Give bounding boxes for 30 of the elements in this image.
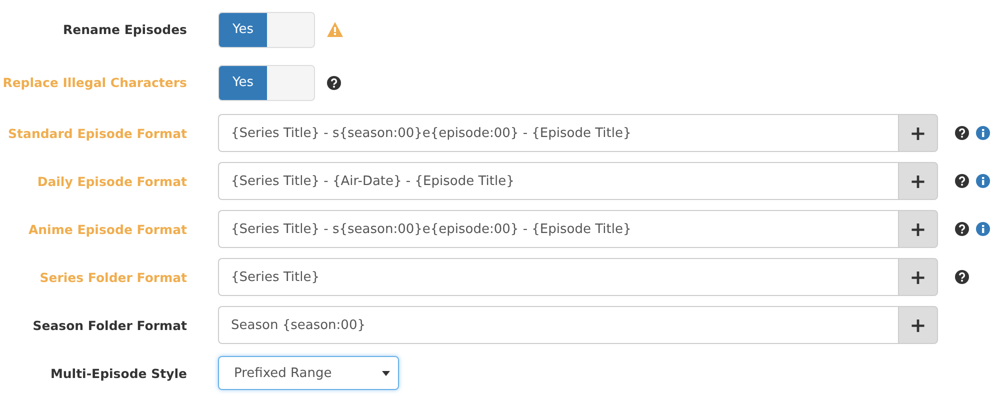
- help-icon[interactable]: [955, 222, 969, 236]
- add-token-button[interactable]: +: [898, 162, 938, 200]
- info-icon[interactable]: [976, 222, 990, 236]
- format-field[interactable]: {Series Title} - s{season:00}e{episode:00} - {Episode Title}: [218, 210, 898, 248]
- format-field[interactable]: {Series Title}: [218, 258, 898, 296]
- setting-label: Standard Episode Format: [7, 126, 187, 140]
- setting-label: Daily Episode Format: [36, 174, 187, 188]
- setting-label: Series Folder Format: [38, 270, 187, 284]
- help-icon[interactable]: [955, 270, 969, 284]
- format-field[interactable]: {Series Title} - {Air-Date} - {Episode Title}: [218, 162, 898, 200]
- toggle-switch[interactable]: Yes: [218, 12, 315, 48]
- toggle-switch[interactable]: Yes: [218, 64, 315, 100]
- info-icon[interactable]: [976, 174, 990, 188]
- help-icon[interactable]: [955, 126, 969, 140]
- setting-label: Anime Episode Format: [27, 222, 187, 236]
- setting-label: Season Folder Format: [32, 318, 187, 332]
- add-token-button[interactable]: +: [898, 210, 938, 248]
- setting-label: Multi-Episode Style: [49, 366, 187, 380]
- setting-label: Rename Episodes: [62, 22, 187, 37]
- help-icon[interactable]: [327, 76, 341, 90]
- info-icon[interactable]: [976, 126, 990, 140]
- caret-icon: [382, 370, 390, 376]
- setting-label: Replace Illegal Characters: [2, 75, 187, 90]
- add-token-button[interactable]: +: [898, 114, 938, 152]
- format-field[interactable]: {Series Title} - s{season:00}e{episode:00} - {Episode Title}: [218, 114, 898, 152]
- style-dropdown[interactable]: Prefixed Range: [218, 356, 399, 390]
- add-token-button[interactable]: +: [898, 306, 938, 344]
- format-field[interactable]: Season {season:00}: [218, 306, 898, 344]
- help-icon[interactable]: [955, 174, 969, 188]
- add-token-button[interactable]: +: [898, 258, 938, 296]
